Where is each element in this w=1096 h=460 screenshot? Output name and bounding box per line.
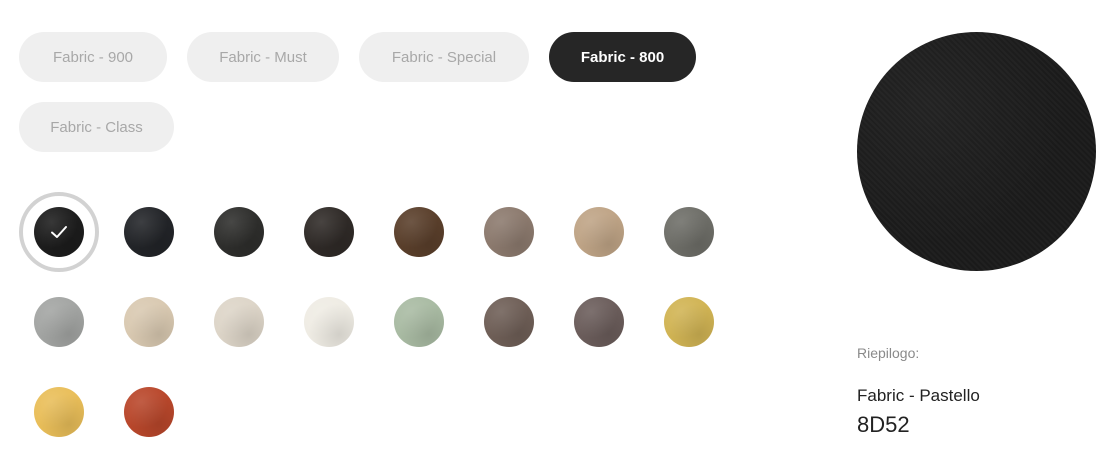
- tab-fabric-900[interactable]: Fabric - 900: [19, 32, 167, 82]
- tab-fabric-800[interactable]: Fabric - 800: [549, 32, 696, 82]
- fabric-swatch[interactable]: [214, 297, 264, 347]
- summary-fabric-code: 8D52: [857, 412, 910, 437]
- fabric-swatch[interactable]: [124, 387, 174, 437]
- fabric-swatch[interactable]: [664, 297, 714, 347]
- summary-label: Riepilogo:: [857, 345, 920, 361]
- fabric-preview: [857, 32, 1096, 271]
- fabric-swatch[interactable]: [304, 207, 354, 257]
- fabric-swatch[interactable]: [394, 207, 444, 257]
- fabric-swatch[interactable]: [574, 207, 624, 257]
- fabric-swatch[interactable]: [124, 297, 174, 347]
- fabric-swatch[interactable]: [214, 207, 264, 257]
- check-icon: [34, 207, 84, 257]
- tab-fabric-class[interactable]: Fabric - Class: [19, 102, 174, 152]
- swatch-selected[interactable]: [19, 192, 99, 272]
- tab-fabric-special[interactable]: Fabric - Special: [359, 32, 529, 82]
- fabric-swatch[interactable]: [574, 297, 624, 347]
- fabric-swatch[interactable]: [484, 297, 534, 347]
- fabric-swatch[interactable]: [664, 207, 714, 257]
- fabric-swatch[interactable]: [304, 297, 354, 347]
- fabric-swatch[interactable]: [34, 297, 84, 347]
- tab-fabric-must[interactable]: Fabric - Must: [187, 32, 339, 82]
- fabric-swatch[interactable]: [394, 297, 444, 347]
- summary-fabric-name: Fabric - Pastello: [857, 386, 980, 405]
- fabric-swatch[interactable]: [484, 207, 534, 257]
- fabric-swatch[interactable]: [34, 387, 84, 437]
- fabric-swatch[interactable]: [124, 207, 174, 257]
